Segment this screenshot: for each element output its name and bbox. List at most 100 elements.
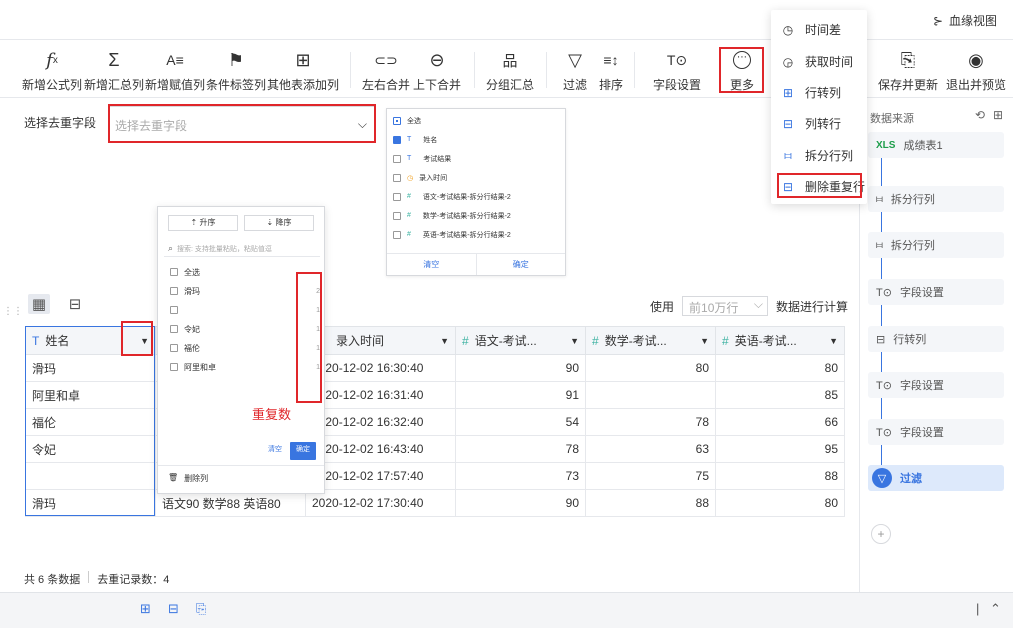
merge-lr-icon: ⊂⊃ xyxy=(374,51,398,68)
add-step-button[interactable]: + xyxy=(871,524,891,544)
highlight-dedupe-select xyxy=(108,104,376,143)
highlight-dup-counts xyxy=(296,272,322,403)
checkbox-icon xyxy=(170,287,178,295)
add-column-from-other-table-button[interactable]: ⊞ 其他表添加列 xyxy=(267,48,339,93)
add-table-icon[interactable]: ⊞ xyxy=(140,601,151,617)
column-dropdown-icon[interactable]: ▼ xyxy=(440,336,449,346)
step-filter-active[interactable]: ▽ 过滤 xyxy=(868,465,1004,491)
field-option-chinese[interactable]: # 语文-考试结果-拆分行结果-2 xyxy=(387,187,565,206)
split-icon: ⧦ xyxy=(876,192,883,205)
number-type-icon: # xyxy=(722,334,729,348)
menu-item-time-diff[interactable]: ◷ 时间差 xyxy=(781,21,841,38)
condition-tag-column-button[interactable]: ⚑ 条件标签列 xyxy=(204,48,268,93)
save-and-update-button[interactable]: ⎘ 保存并更新 xyxy=(876,48,940,93)
field-panel-confirm-button[interactable]: 确定 xyxy=(477,254,566,275)
bottom-bar: ⊞ ⊟ ⎘ | ⌃ xyxy=(0,592,1013,628)
field-settings-icon: T⊙ xyxy=(876,379,892,392)
merge-tb-icon: ⊖ xyxy=(429,49,445,70)
sigma-icon: Σ xyxy=(108,49,120,70)
delete-column-button[interactable]: 🗑 删除列 xyxy=(168,473,208,484)
menu-item-col-to-row[interactable]: ⊟ 列转行 xyxy=(781,115,841,132)
lineage-view-button[interactable]: ⊱ 血缘视图 xyxy=(933,12,997,29)
data-source-actions: ⟲ ⊞ xyxy=(975,108,1003,122)
trash-icon: 🗑 xyxy=(168,473,179,482)
text-type-icon: T xyxy=(407,155,412,162)
step-split-row-col[interactable]: ⧦ 拆分行列 xyxy=(868,232,1004,258)
field-option-math[interactable]: # 数学-考试结果-拆分行结果-2 xyxy=(387,206,565,225)
column-dropdown-icon[interactable]: ▼ xyxy=(700,336,709,346)
clock-icon: ◷ xyxy=(782,22,794,37)
sort-asc-button[interactable]: ⇡ 升序 xyxy=(168,215,238,231)
status-bar: 共 6 条数据 去重记录数：4 xyxy=(24,571,169,587)
filter-panel-footer: 清空 确定 xyxy=(158,442,324,460)
text-type-icon: T xyxy=(32,334,40,348)
step-field-settings[interactable]: T⊙ 字段设置 xyxy=(868,279,1004,305)
checkbox-icon xyxy=(170,325,178,333)
table-row: 令妃 2020-12-02 16:43:40 78 63 95 xyxy=(25,435,845,463)
highlight-delete-duplicates xyxy=(777,173,862,198)
add-assign-column-button[interactable]: A≡ 新增赋值列 xyxy=(143,48,207,93)
drag-handle-icon[interactable]: ⋮⋮ xyxy=(3,306,23,317)
filter-clear-button[interactable]: 清空 xyxy=(268,442,282,460)
source-table-item[interactable]: XLS 成绩表1 xyxy=(868,132,1004,158)
collapse-up-icon[interactable]: ⌃ xyxy=(990,601,1001,617)
assign-icon: A≡ xyxy=(166,52,184,68)
number-type-icon: # xyxy=(462,334,469,348)
grid-view-icon[interactable]: ▦ xyxy=(28,294,50,314)
field-settings-button[interactable]: T⊙ 字段设置 xyxy=(645,48,709,93)
history-icon[interactable]: ⟲ xyxy=(975,108,985,122)
dedupe-field-label: 选择去重字段 xyxy=(24,116,97,130)
step-field-settings[interactable]: T⊙ 字段设置 xyxy=(868,372,1004,398)
table-row: 滑玛 2020-12-02 16:30:40 90 80 80 xyxy=(25,354,845,382)
menu-item-get-time[interactable]: ◶ 获取时间 xyxy=(781,53,853,70)
column-dropdown-icon[interactable]: ▼ xyxy=(570,336,579,346)
sort-desc-button[interactable]: ⇣ 降序 xyxy=(244,215,314,231)
split-icon: ⧦ xyxy=(784,148,792,162)
group-summary-button[interactable]: 品分组汇总 xyxy=(478,48,542,93)
field-option-all[interactable]: 全选 xyxy=(387,111,565,130)
search-icon: ⌕ xyxy=(168,243,174,253)
top-bottom-merge-button[interactable]: ⊖ 上下合并 xyxy=(405,48,469,93)
field-option-time[interactable]: ◷ 录入时间 xyxy=(387,168,565,187)
column-dropdown-icon[interactable]: ▼ xyxy=(829,336,838,346)
filter-search-input[interactable]: ⌕ 搜索: 支持批量粘贴，粘贴值逗 xyxy=(164,241,320,257)
field-panel-clear-button[interactable]: 清空 xyxy=(387,254,477,275)
highlight-more-button xyxy=(719,47,764,93)
field-option-name[interactable]: T 姓名 xyxy=(387,130,565,149)
step-split-row-col[interactable]: ⧦ 拆分行列 xyxy=(868,186,1004,212)
row-limit-bar: 使用 前10万行 数据进行计算 xyxy=(650,296,848,316)
add-formula-column-button[interactable]: f x 新增公式列 xyxy=(20,48,84,93)
checkbox-icon xyxy=(170,268,178,276)
import-table-icon[interactable]: ⊟ xyxy=(168,601,179,617)
add-summary-column-button[interactable]: Σ 新增汇总列 xyxy=(82,48,146,93)
row-to-col-icon: ⊞ xyxy=(782,85,794,100)
column-header-math[interactable]: # 数学-考试... ▼ xyxy=(585,326,716,355)
save-icon: ⎘ xyxy=(900,49,916,70)
field-panel-footer: 清空 确定 xyxy=(387,253,565,275)
row-limit-select[interactable]: 前10万行 xyxy=(682,296,769,316)
text-type-icon: T xyxy=(407,136,412,143)
layout-icon[interactable]: ⊞ xyxy=(993,108,1003,122)
filter-confirm-button[interactable]: 确定 xyxy=(290,442,316,460)
field-option-result[interactable]: T 考试结果 xyxy=(387,149,565,168)
col-to-row-icon: ⊟ xyxy=(782,116,794,131)
step-field-settings[interactable]: T⊙ 字段设置 xyxy=(868,419,1004,445)
checkbox-icon xyxy=(393,230,401,239)
menu-item-split-row-col[interactable]: ⧦ 拆分行列 xyxy=(781,147,853,164)
clock-refresh-icon: ◶ xyxy=(782,54,794,69)
menu-item-row-to-col[interactable]: ⊞ 行转列 xyxy=(781,84,841,101)
checkbox-icon xyxy=(170,363,178,371)
column-header-time[interactable]: 录入时间 ▼ xyxy=(305,326,456,355)
checkbox-icon xyxy=(393,154,401,163)
status-divider xyxy=(88,571,90,583)
column-header-chinese[interactable]: # 语文-考试... ▼ xyxy=(455,326,586,355)
field-option-english[interactable]: # 英语-考试结果-拆分行结果-2 xyxy=(387,225,565,244)
number-type-icon: # xyxy=(407,231,411,238)
exit-and-preview-button[interactable]: ◉ 退出并预览 xyxy=(944,48,1008,93)
clock-icon: ◷ xyxy=(407,174,414,182)
table-view-icon[interactable]: ⊟ xyxy=(64,294,86,314)
step-row-to-col[interactable]: ⊟ 行转列 xyxy=(868,326,1004,352)
column-header-english[interactable]: # 英语-考试... ▼ xyxy=(715,326,845,355)
pipe-divider: | xyxy=(976,601,980,616)
copy-table-icon[interactable]: ⎘ xyxy=(196,601,206,617)
